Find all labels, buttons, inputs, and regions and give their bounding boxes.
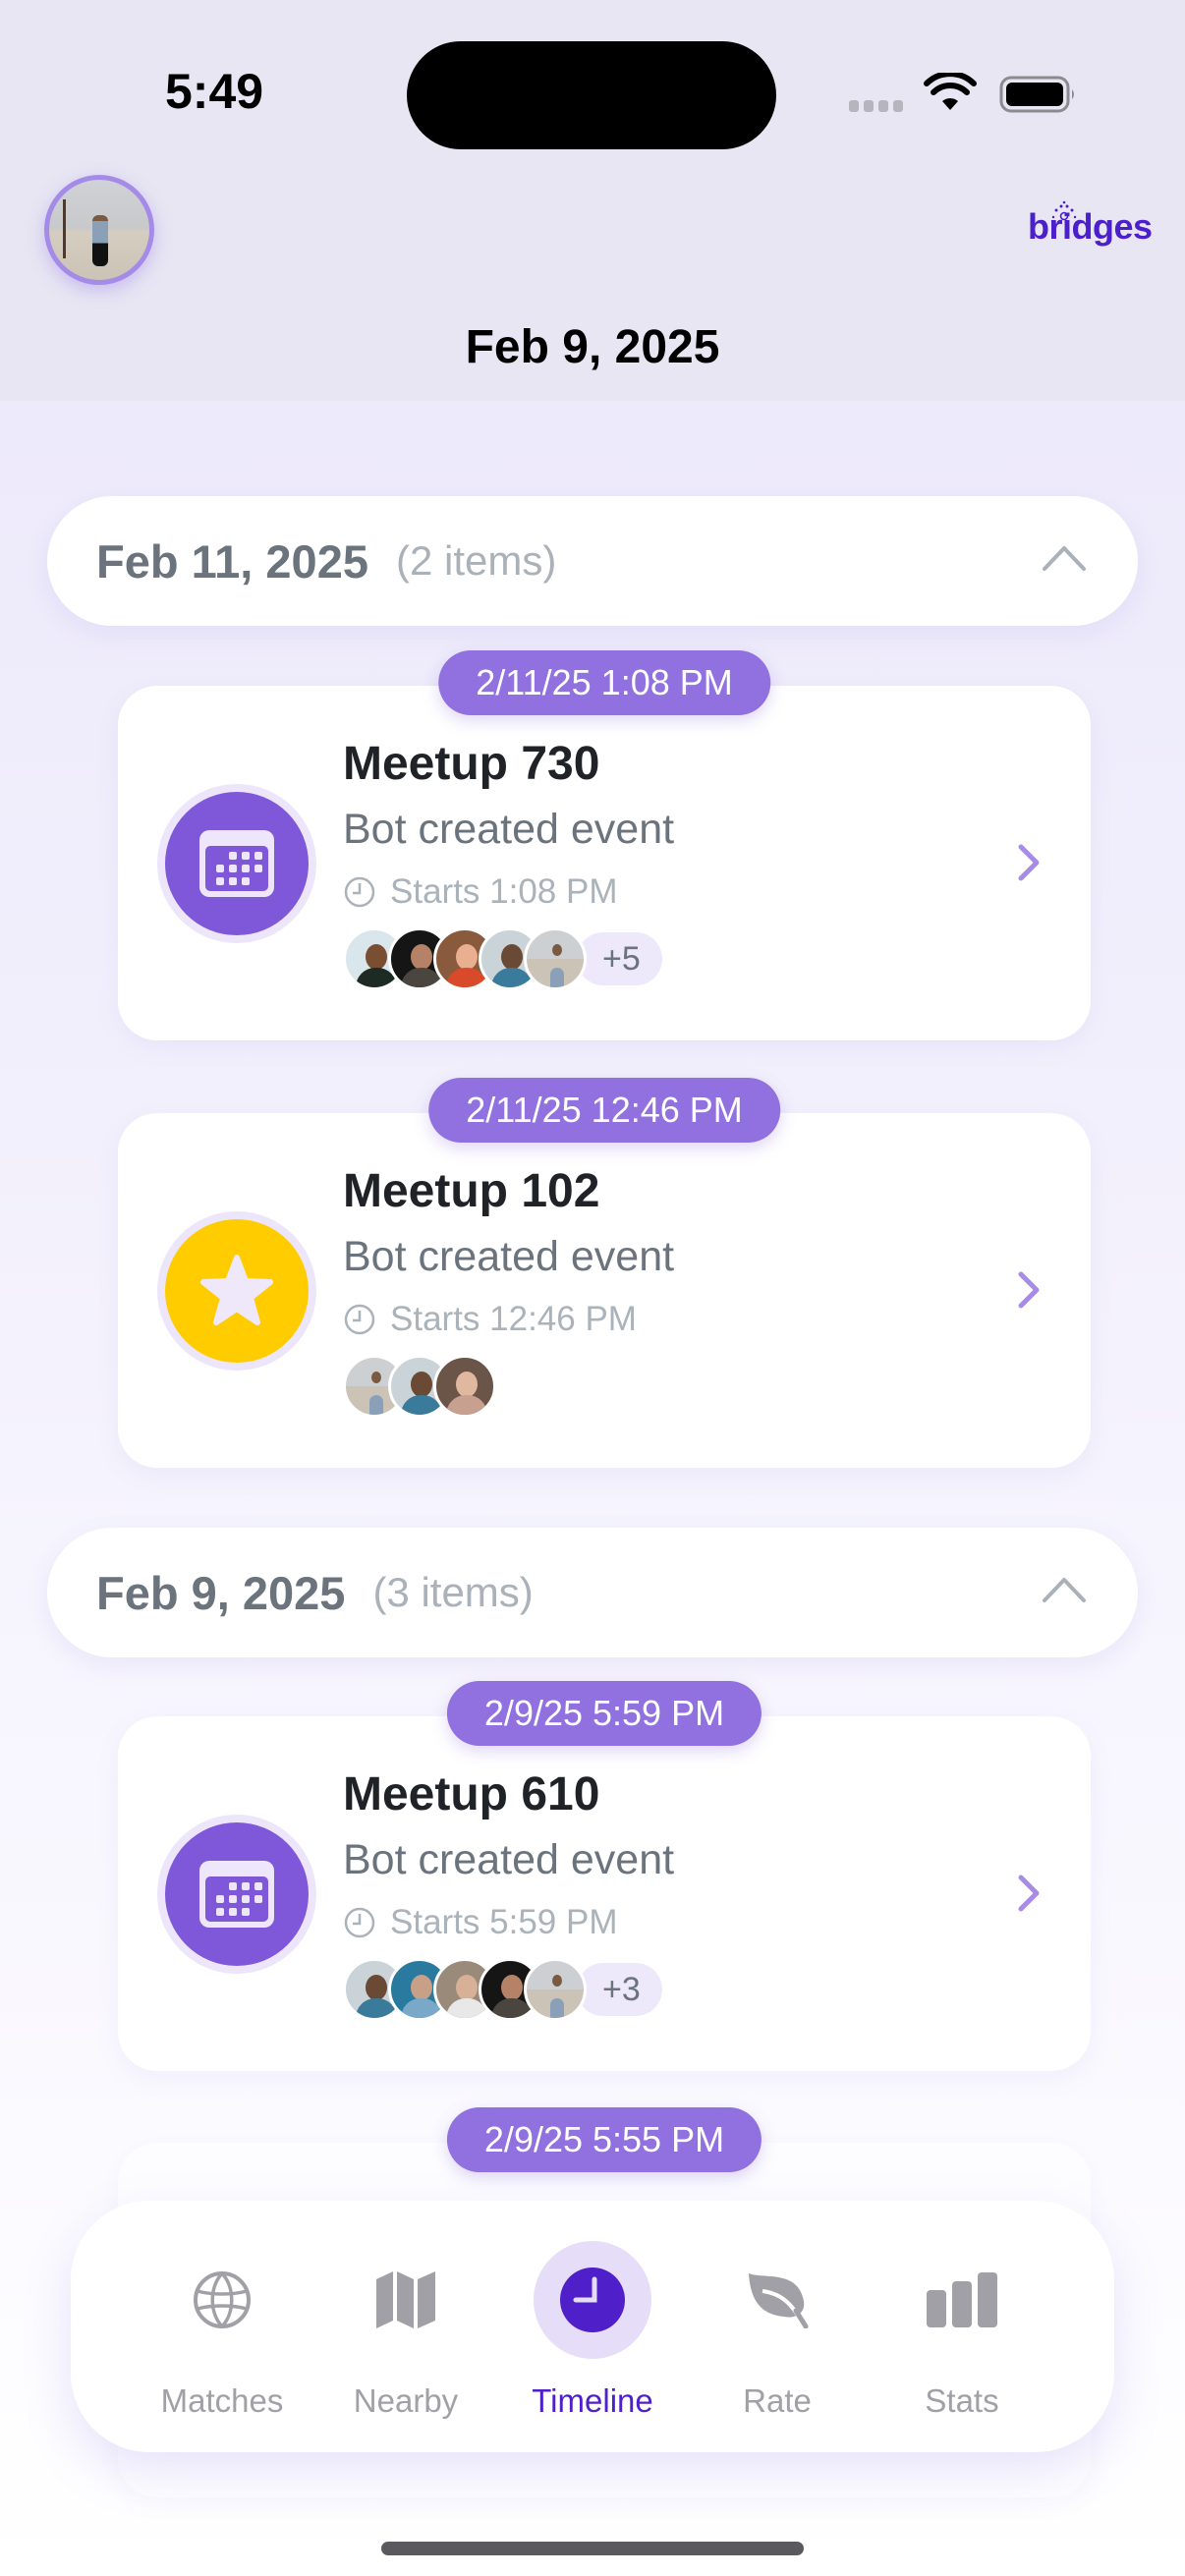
event-start-text: Starts 5:59 PM <box>390 1903 618 1941</box>
attendee-avatars[interactable]: +3 <box>343 1957 662 2022</box>
attendee-avatar <box>524 927 587 990</box>
globe-icon <box>194 2271 251 2328</box>
leaf-icon <box>749 2273 809 2328</box>
chevron-up-icon[interactable] <box>1042 1575 1087 1604</box>
event-title: Meetup 610 <box>343 1768 600 1820</box>
tab-label: Matches <box>160 2382 284 2419</box>
star-icon <box>200 1255 273 1325</box>
timestamp-pill: 2/11/25 1:08 PM <box>438 650 770 715</box>
section-header-feb-11[interactable]: Feb 11, 2025 (2 items) <box>47 496 1138 626</box>
section-count: (3 items) <box>372 1569 534 1615</box>
more-attendees-badge: +5 <box>577 932 662 985</box>
section-header-feb-9[interactable]: Feb 9, 2025 (3 items) <box>47 1528 1138 1657</box>
home-indicator[interactable] <box>381 2542 804 2555</box>
timeline-card[interactable]: Meetup 610 Bot created event Starts 5:59… <box>118 1716 1091 2071</box>
event-title: Meetup 730 <box>343 738 600 790</box>
tab-stats[interactable]: Stats <box>869 2201 1055 2452</box>
clock-icon <box>344 1304 375 1335</box>
tab-label: Rate <box>743 2382 812 2419</box>
calendar-icon <box>199 830 274 897</box>
clock-icon <box>344 876 375 908</box>
event-subtitle: Bot created event <box>343 1836 675 1883</box>
event-start-text: Starts 1:08 PM <box>390 872 618 911</box>
event-icon-badge <box>157 1815 316 1974</box>
section-count: (2 items) <box>395 537 557 584</box>
event-title: Meetup 102 <box>343 1165 600 1217</box>
timestamp-pill: 2/9/25 5:59 PM <box>446 1681 762 1746</box>
attendee-avatars[interactable]: +5 <box>343 926 662 991</box>
tab-nearby[interactable]: Nearby <box>312 2201 499 2452</box>
event-subtitle: Bot created event <box>343 806 675 853</box>
chevron-right-icon[interactable] <box>1016 1270 1042 1310</box>
tab-label: Timeline <box>532 2382 653 2419</box>
tab-rate[interactable]: Rate <box>684 2201 871 2452</box>
brand-logo: bridges <box>1028 206 1153 247</box>
section-date: Feb 9, 2025 <box>96 1566 346 1619</box>
event-start-time: Starts 5:59 PM <box>343 1903 617 1942</box>
chevron-right-icon[interactable] <box>1016 1874 1042 1913</box>
event-start-time: Starts 1:08 PM <box>343 872 617 912</box>
clock-icon <box>344 1907 375 1938</box>
tab-label: Stats <box>925 2382 999 2419</box>
bar-chart-icon <box>927 2272 997 2327</box>
tab-bar: Matches Nearby Timeline Rate Stats <box>71 2201 1114 2452</box>
chevron-up-icon[interactable] <box>1042 543 1087 573</box>
map-icon <box>376 2271 435 2328</box>
status-time: 5:49 <box>165 64 264 119</box>
attendee-avatar <box>433 1355 496 1418</box>
calendar-icon <box>199 1861 274 1928</box>
tab-matches[interactable]: Matches <box>129 2201 315 2452</box>
timestamp-pill: 2/11/25 12:46 PM <box>428 1078 780 1143</box>
event-start-time: Starts 12:46 PM <box>343 1300 637 1339</box>
timeline-card[interactable]: Meetup 730 Bot created event Starts 1:08… <box>118 686 1091 1040</box>
event-subtitle: Bot created event <box>343 1233 675 1280</box>
wifi-icon <box>924 73 977 110</box>
battery-icon <box>999 76 1074 113</box>
tab-label: Nearby <box>353 2382 459 2419</box>
timestamp-pill: 2/9/25 5:55 PM <box>446 2107 762 2172</box>
clock-icon <box>560 2268 625 2332</box>
dynamic-island <box>407 41 776 149</box>
attendee-avatars[interactable] <box>343 1354 496 1419</box>
event-icon-badge <box>157 1211 316 1371</box>
cellular-signal-icon <box>849 100 903 112</box>
timeline-card[interactable]: Meetup 102 Bot created event Starts 12:4… <box>118 1113 1091 1468</box>
profile-avatar[interactable] <box>44 175 154 285</box>
current-date-title: Feb 9, 2025 <box>465 321 720 373</box>
section-date: Feb 11, 2025 <box>96 534 368 588</box>
attendee-avatar <box>524 1958 587 2021</box>
tab-timeline[interactable]: Timeline <box>499 2201 686 2452</box>
more-attendees-badge: +3 <box>577 1963 662 2016</box>
event-icon-badge <box>157 784 316 943</box>
chevron-right-icon[interactable] <box>1016 843 1042 882</box>
event-start-text: Starts 12:46 PM <box>390 1300 637 1338</box>
